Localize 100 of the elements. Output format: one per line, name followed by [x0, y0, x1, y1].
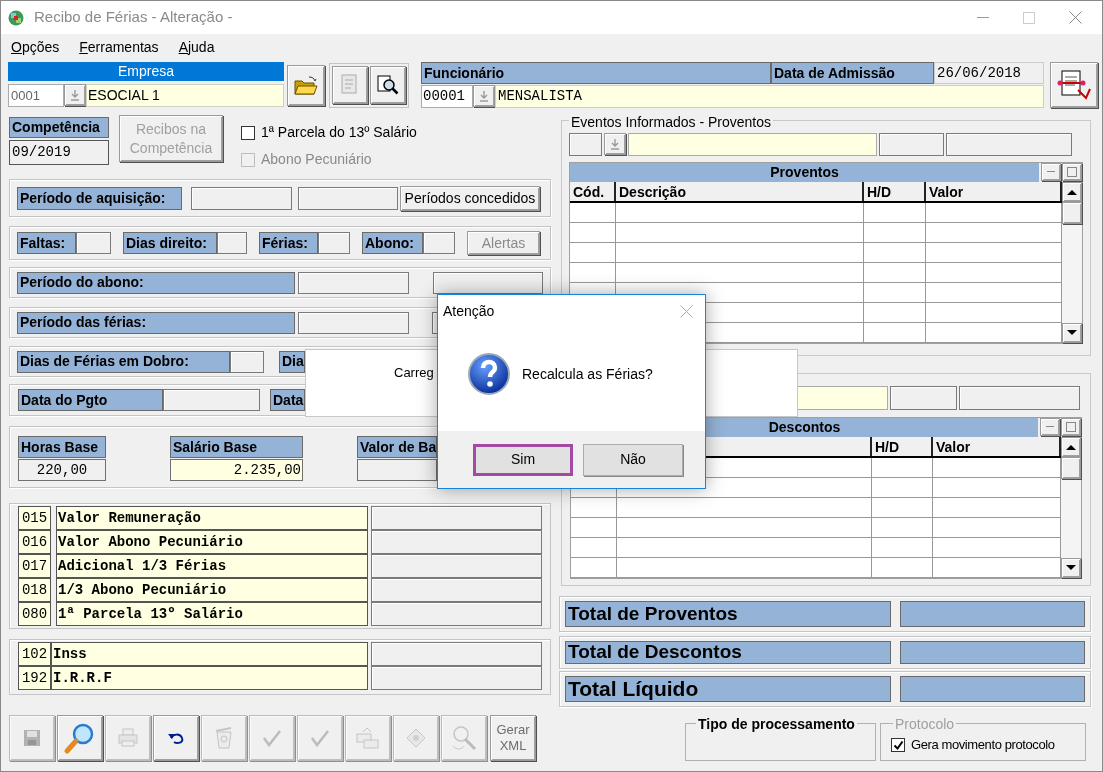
field-label: Abono:: [362, 232, 423, 254]
input-field[interactable]: 26/06/2018: [934, 62, 1044, 84]
input-field[interactable]: [958, 386, 1080, 410]
table-cell: 1/3 Abono Pecuniário: [56, 578, 368, 602]
field-label: Período de aquisição:: [17, 186, 182, 210]
scrollbar[interactable]: [1061, 437, 1081, 578]
window-title: Recibo de Férias - Alteração -: [34, 7, 233, 28]
maximize-icon: [1066, 422, 1076, 432]
field-label: Data de Admissão: [771, 62, 934, 84]
dialog-message: Recalcula as Férias?: [522, 364, 653, 384]
periods-button[interactable]: Períodos concedidos: [400, 185, 540, 211]
scrollbar[interactable]: [1062, 182, 1082, 343]
maximize-icon: [1023, 11, 1035, 24]
close-icon: [679, 304, 693, 318]
maximize-button[interactable]: [1062, 163, 1082, 181]
input-field[interactable]: 2.235,00: [170, 459, 303, 481]
up-arrow-icon[interactable]: [1066, 444, 1076, 450]
trash-icon: [213, 726, 235, 750]
menu-item[interactable]: Ajuda: [178, 37, 215, 58]
minimize-button[interactable]: [1040, 418, 1060, 436]
dropdown-button[interactable]: [604, 133, 626, 155]
input-field[interactable]: [357, 459, 437, 481]
table-row[interactable]: [570, 243, 1062, 263]
dialog-button[interactable]: Não: [583, 443, 683, 476]
total-label: Total de Proventos: [565, 601, 891, 627]
field-label: Dias direito:: [123, 232, 217, 254]
check-icon: [262, 729, 282, 747]
field-label: Dias de Férias em Dobro:: [17, 350, 230, 373]
field-label: Competência: [9, 117, 109, 138]
input-field[interactable]: MENSALISTA: [495, 85, 1044, 108]
input-field[interactable]: [423, 232, 455, 254]
input-field[interactable]: [298, 186, 398, 210]
input-field[interactable]: 00001: [421, 85, 473, 108]
table-row[interactable]: [570, 263, 1062, 283]
folder-icon: [294, 75, 318, 96]
input-field[interactable]: [318, 232, 350, 254]
input-field[interactable]: [217, 232, 247, 254]
dialog-button[interactable]: Sim: [473, 443, 573, 476]
loading-text: Carreg: [394, 364, 434, 382]
maximize-button[interactable]: [1061, 418, 1081, 436]
close-icon: [1068, 11, 1082, 24]
dropdown-button[interactable]: [473, 85, 495, 107]
table-row[interactable]: [570, 223, 1062, 243]
input-field[interactable]: [163, 389, 260, 411]
total-label: Total de Descontos: [565, 641, 891, 664]
down-arrow-icon[interactable]: [1066, 565, 1076, 571]
download-icon: [479, 90, 489, 102]
minimize-button[interactable]: [1041, 163, 1061, 181]
undo-icon: [167, 731, 185, 745]
input-field[interactable]: [298, 311, 409, 334]
maximize-icon: [1067, 167, 1077, 177]
scroll-thumb[interactable]: [1061, 457, 1081, 479]
field-label: Férias:: [259, 232, 318, 254]
question-icon: [467, 352, 511, 396]
column-header: H/D: [872, 437, 933, 456]
open-folder-button[interactable]: [287, 65, 325, 106]
grid-title: Proventos: [570, 163, 1039, 182]
input-field[interactable]: [890, 386, 957, 410]
minimize-icon: [1047, 171, 1055, 173]
input-field[interactable]: [946, 133, 1072, 156]
table-cell: 080: [18, 602, 51, 626]
dropdown-button[interactable]: [64, 84, 86, 106]
check-icon: [310, 729, 330, 747]
toolbar-button[interactable]: [370, 66, 406, 104]
input-field[interactable]: [76, 232, 111, 254]
field-label: Faltas:: [17, 232, 76, 254]
toolbar-button[interactable]: [153, 715, 199, 761]
input-field[interactable]: 09/2019: [9, 140, 109, 165]
input-field[interactable]: [298, 271, 409, 294]
field-label: Horas Base: [18, 436, 106, 458]
input-field[interactable]: [628, 133, 877, 156]
menu-item[interactable]: Opções: [11, 37, 60, 58]
folders-icon: [355, 726, 381, 750]
table-row[interactable]: [570, 203, 1062, 223]
table-cell: 102: [18, 642, 51, 666]
section-header: Empresa: [8, 62, 284, 81]
input-field[interactable]: [569, 133, 602, 156]
table-cell: 017: [18, 554, 51, 578]
input-field[interactable]: [433, 271, 543, 294]
gear-icon: [406, 728, 426, 748]
input-field[interactable]: ESOCIAL 1: [86, 84, 284, 107]
document-icon: [1056, 68, 1092, 102]
checkbox[interactable]: [241, 125, 255, 140]
download-icon: [610, 138, 620, 150]
up-arrow-icon[interactable]: [1067, 189, 1077, 195]
table-cell: 018: [18, 578, 51, 602]
input-field[interactable]: 0001: [8, 84, 64, 107]
input-field[interactable]: [191, 186, 292, 210]
input-field[interactable]: [230, 350, 264, 373]
minimize-icon: [977, 16, 989, 19]
table-cell: 1ª Parcela 13º Salário: [56, 602, 368, 626]
input-field[interactable]: 220,00: [18, 459, 106, 481]
menu-item[interactable]: Ferramentas: [79, 37, 159, 58]
section-header: Funcionário: [421, 62, 771, 84]
down-arrow-icon[interactable]: [1067, 330, 1077, 336]
input-field[interactable]: [879, 133, 944, 156]
field-label: Data do Pgto: [18, 389, 163, 411]
checkbox-label: 1ª Parcela do 13º Salário: [261, 123, 417, 142]
scroll-thumb[interactable]: [1062, 202, 1082, 224]
field-label: Dia: [279, 350, 305, 373]
